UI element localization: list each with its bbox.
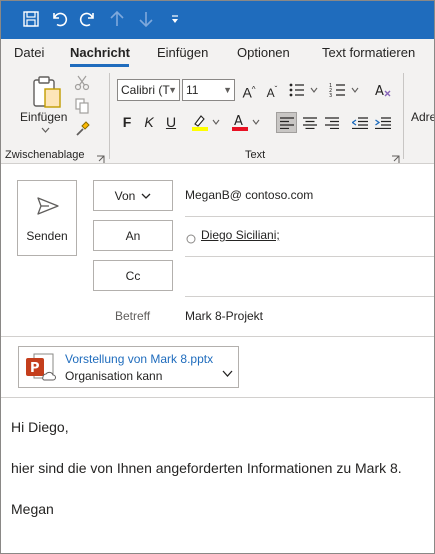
align-left-icon[interactable] (276, 112, 297, 133)
address-book-label-partial[interactable]: Adre (411, 110, 434, 124)
align-right-icon[interactable] (321, 112, 342, 133)
to-button[interactable]: An (93, 220, 173, 251)
format-painter-icon[interactable] (72, 120, 92, 138)
underline-button[interactable]: U (162, 112, 180, 132)
decrease-indent-icon[interactable] (349, 112, 370, 133)
to-divider (185, 256, 434, 257)
to-label: An (125, 228, 141, 243)
body-greeting: Hi Diego, (11, 419, 69, 435)
italic-button[interactable]: K (140, 112, 158, 132)
shrink-font-icon[interactable]: Aˇ (262, 80, 282, 103)
from-divider (185, 216, 434, 217)
attachment-divider (1, 397, 434, 398)
bullets-icon[interactable] (287, 81, 323, 99)
svg-text:3: 3 (329, 93, 332, 98)
body-signature: Megan (11, 501, 54, 517)
from-dropdown-icon (141, 193, 151, 199)
clipboard-group-label: Zwischenablage (5, 149, 85, 161)
svg-text:P: P (30, 361, 40, 376)
paste-dropdown-icon[interactable] (40, 126, 50, 134)
subject-label: Betreff (115, 309, 151, 323)
cc-label: Cc (125, 268, 141, 283)
body-paragraph: hier sind die von Ihnen angeforderten In… (11, 460, 402, 476)
numbering-icon[interactable]: 123 (328, 81, 364, 99)
font-name-combo[interactable]: Calibri (T ▼ (117, 79, 180, 101)
tab-text-formatieren[interactable]: Text formatieren (322, 45, 415, 60)
font-name-value: Calibri (T (121, 83, 170, 97)
attachment-card[interactable]: P Vorstellung von Mark 8.pptx Organisati… (18, 346, 239, 388)
font-name-dropdown-icon: ▼ (168, 85, 177, 95)
attachment-permission: Organisation kann (65, 369, 163, 383)
active-tab-indicator (70, 64, 129, 67)
font-size-value: 11 (186, 83, 199, 97)
down-arrow-icon[interactable] (135, 8, 157, 30)
attachment-dropdown-icon[interactable] (222, 364, 233, 382)
up-arrow-icon[interactable] (106, 8, 128, 30)
group-separator (403, 73, 404, 159)
powerpoint-file-icon: P (25, 353, 57, 388)
tab-optionen[interactable]: Optionen (237, 45, 290, 60)
ribbon: Einfügen Zwischenablage Calibri (T ▼ 11 … (1, 69, 434, 164)
undo-icon[interactable] (48, 8, 70, 30)
save-icon[interactable] (20, 8, 42, 30)
text-launcher-icon[interactable] (391, 151, 400, 163)
paste-label[interactable]: Einfügen (20, 110, 67, 124)
subject-input[interactable]: Mark 8-Projekt (185, 309, 263, 323)
from-button[interactable]: Von (93, 180, 173, 211)
svg-text:A: A (234, 114, 243, 129)
svg-text:A: A (375, 84, 384, 99)
clipboard-launcher-icon[interactable] (96, 151, 105, 163)
send-icon (36, 196, 60, 221)
attachment-name: Vorstellung von Mark 8.pptx (65, 352, 214, 366)
copy-icon[interactable] (72, 97, 92, 115)
presence-icon (186, 231, 196, 249)
tab-einfuegen[interactable]: Einfügen (157, 45, 208, 60)
bold-button[interactable]: F (118, 112, 136, 132)
cc-button[interactable]: Cc (93, 260, 173, 291)
tab-nachricht[interactable]: Nachricht (70, 45, 130, 60)
send-label: Senden (26, 229, 68, 243)
from-label: Von (114, 188, 136, 203)
header-divider (1, 336, 434, 337)
highlight-icon[interactable] (188, 112, 226, 132)
cut-icon[interactable] (72, 74, 92, 92)
ribbon-tabs: Datei Nachricht Einfügen Optionen Text f… (1, 39, 434, 69)
outlook-compose-window: Datei Nachricht Einfügen Optionen Text f… (0, 0, 435, 554)
align-center-icon[interactable] (299, 112, 320, 133)
font-size-combo[interactable]: 11 ▼ (182, 79, 235, 101)
send-button[interactable]: Senden (17, 180, 77, 256)
tab-datei[interactable]: Datei (14, 45, 44, 60)
font-size-dropdown-icon: ▼ (223, 85, 232, 95)
text-group-label: Text (245, 149, 266, 161)
customize-icon[interactable] (164, 8, 186, 30)
group-separator (109, 73, 110, 159)
font-color-icon[interactable]: A (228, 112, 266, 132)
redo-icon[interactable] (77, 8, 99, 30)
paste-icon[interactable] (30, 75, 64, 109)
from-value: MeganB@ contoso.com (185, 188, 314, 202)
cc-input-line[interactable] (185, 296, 434, 297)
increase-indent-icon[interactable] (372, 112, 393, 133)
to-recipient[interactable]: Diego Siciliani; (201, 228, 280, 242)
clear-formatting-icon[interactable]: A (373, 80, 393, 100)
title-bar (1, 1, 434, 39)
grow-font-icon[interactable]: A^ (239, 80, 259, 103)
